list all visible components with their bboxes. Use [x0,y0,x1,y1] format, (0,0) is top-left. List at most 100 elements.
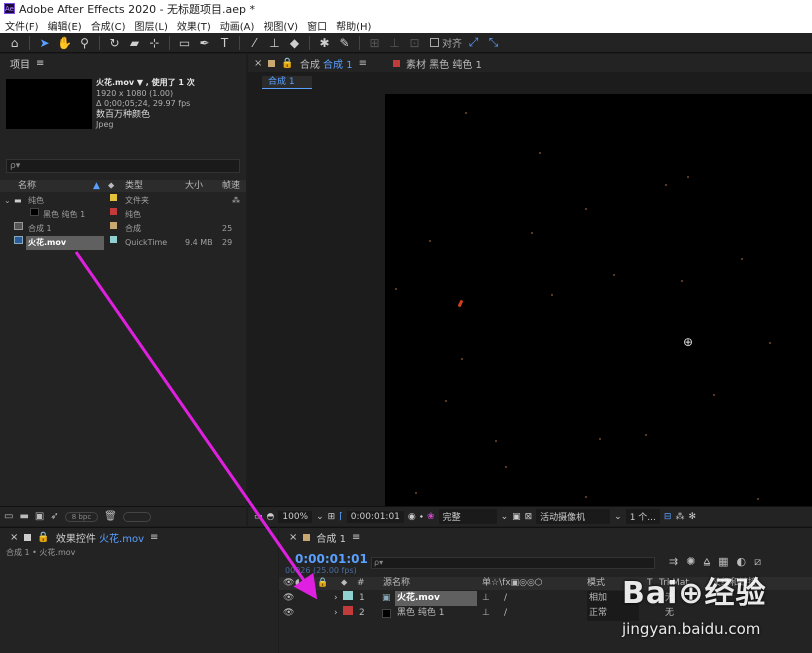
flowchart-view-icon[interactable]: ⁂ [675,512,684,522]
col-mode[interactable]: 模式 [587,577,605,590]
snap-feature-icon[interactable]: ⤡ [485,34,502,51]
project-item-comp[interactable]: 合成 1 合成 25 [0,222,246,236]
puppet-tool-icon[interactable]: ✎ [336,34,353,51]
chevron-down-icon[interactable]: ⌄ [316,512,324,522]
menu-effect[interactable]: 效果(T) [172,18,215,33]
project-item-solid[interactable]: 黑色 纯色 1 纯色 [0,208,246,222]
camera-select[interactable]: 活动摄像机 [536,509,611,524]
view-axis-icon[interactable]: ⊡ [406,34,423,51]
pen-tool-icon[interactable]: ✒ [196,34,213,51]
reset-exposure-icon[interactable]: ✻ [688,512,696,522]
grid-overlay-icon[interactable]: ⊞ [328,512,336,522]
col-type[interactable]: 类型 [125,180,143,192]
clone-stamp-tool-icon[interactable]: ⊥ [266,34,283,51]
expand-chevron-icon[interactable]: › [334,606,338,621]
panel-menu-icon[interactable]: ≡ [150,532,158,543]
world-axis-icon[interactable]: ⊥ [386,34,403,51]
menu-layer[interactable]: 图层(L) [129,18,171,33]
chevron-down-icon[interactable]: ⌄ [501,512,509,522]
eye-icon[interactable]: 👁 [283,606,294,621]
label-column-icon[interactable]: ⬥ [108,180,114,192]
render-queue-icon[interactable]: ➶ [50,511,58,522]
menu-animation[interactable]: 动画(A) [215,18,259,33]
project-item-footage[interactable]: 火花.mov QuickTime 9.4 MB 29 [0,236,246,250]
camera-tool-icon[interactable]: ▰ [126,34,143,51]
zoom-tool-icon[interactable]: ⚲ [76,34,93,51]
layer-name[interactable]: 火花.mov [395,591,477,606]
panel-menu-icon[interactable]: ≡ [359,58,367,69]
lock-icon[interactable]: 🔒 [281,58,293,69]
panel-menu-icon[interactable]: ≡ [352,532,360,543]
menu-file[interactable]: 文件(F) [0,18,43,33]
label-swatch[interactable] [110,208,117,215]
effect-controls-tab[interactable]: × 🔒 效果控件 火花.mov ≡ [0,528,278,546]
local-axis-icon[interactable]: ⊞ [366,34,383,51]
project-tab[interactable]: 项目 ≡ [0,54,246,72]
trash-icon[interactable]: 🗑 [104,511,117,522]
eye-icon[interactable]: 👁 [283,591,294,606]
sort-ascending-icon[interactable]: ▲ [93,180,100,192]
shy-switch-icon[interactable]: ⊥ [482,591,490,606]
viewer-breadcrumb-tab[interactable]: 合成 1 [262,76,312,89]
toggle-pixel-aspect-icon[interactable]: ⊟ [664,512,672,522]
show-snapshot-icon[interactable]: ⬩ [420,512,423,522]
viewer-timecode[interactable]: 0:00:01:01 [346,510,404,523]
snap-checkbox[interactable] [430,38,439,47]
footer-slider[interactable] [122,511,151,522]
layer-label-swatch[interactable] [343,591,353,600]
expand-chevron-icon[interactable]: › [334,591,338,606]
brush-tool-icon[interactable]: ⁄ [246,34,263,51]
expand-chevron-icon[interactable]: ⌄ [4,194,11,208]
label-swatch[interactable] [110,236,117,243]
anchor-point-crosshair-icon[interactable]: ⊕ [683,335,693,349]
roi-icon[interactable]: ⌈ [339,512,343,522]
fast-preview-icon[interactable]: ▣ [512,512,521,522]
menu-view[interactable]: 视图(V) [258,18,302,33]
pan-behind-tool-icon[interactable]: ⊹ [146,34,163,51]
snap-edge-icon[interactable]: ⤢ [465,34,482,51]
quality-switch-icon[interactable]: / [504,591,507,606]
label-swatch[interactable] [110,222,117,229]
resolution-select[interactable]: 完整 [438,509,497,524]
always-preview-icon[interactable]: ▭ [254,512,263,522]
eraser-tool-icon[interactable]: ◆ [286,34,303,51]
timeline-tab[interactable]: × 合成 1 ≡ [279,528,812,546]
menu-edit[interactable]: 编辑(E) [43,18,86,33]
shy-switch-icon[interactable]: ⊥ [482,606,490,621]
channel-icon[interactable]: ❀ [427,512,435,522]
menu-window[interactable]: 窗口 [302,18,331,33]
mask-visibility-icon[interactable]: ◓ [267,512,275,522]
interpret-footage-icon[interactable]: ▭ [4,511,13,522]
col-source-name[interactable]: 源名称 [383,577,410,590]
close-icon[interactable]: × [289,532,297,543]
close-icon[interactable]: × [254,58,262,69]
menu-help[interactable]: 帮助(H) [331,18,375,33]
layer-name[interactable]: 黑色 纯色 1 [397,606,444,621]
col-fps[interactable]: 帧速 [222,180,240,192]
composition-canvas[interactable]: ⊕ [385,94,812,506]
new-folder-icon[interactable]: ▬ [19,511,28,522]
snap-toggle[interactable]: 对齐 [430,35,462,50]
views-select[interactable]: 1 个... [625,509,660,524]
flowchart-icon[interactable]: ⁂ [232,194,240,208]
project-item-folder[interactable]: ⌄ ▬ 纯色 文件夹 ⁂ [0,194,246,208]
menu-composition[interactable]: 合成(C) [86,18,130,33]
quality-switch-icon[interactable]: / [504,606,507,621]
rectangle-tool-icon[interactable]: ▭ [176,34,193,51]
layer-label-swatch[interactable] [343,606,353,615]
roto-brush-tool-icon[interactable]: ✱ [316,34,333,51]
viewer-comp-tab[interactable]: 合成 合成 1 [300,56,353,71]
rotate-tool-icon[interactable]: ↻ [106,34,123,51]
project-search-input[interactable]: ρ▾ [6,159,240,173]
chevron-down-icon[interactable]: ⌄ [614,512,622,522]
current-time-display[interactable]: 0:00:01:01 [295,552,368,566]
type-tool-icon[interactable]: T [216,34,233,51]
magnification-select[interactable]: 100% [278,510,313,523]
label-swatch[interactable] [110,194,117,201]
transparency-grid-icon[interactable]: ⊠ [525,512,533,522]
col-name[interactable]: 名称 [18,180,36,192]
bit-depth-button[interactable]: 8 bpc [64,511,99,522]
panel-menu-icon[interactable]: ≡ [36,58,44,69]
viewer-footage-tab[interactable]: 素材 黑色 纯色 1 [406,56,482,71]
selection-tool-icon[interactable]: ➤ [36,34,53,51]
